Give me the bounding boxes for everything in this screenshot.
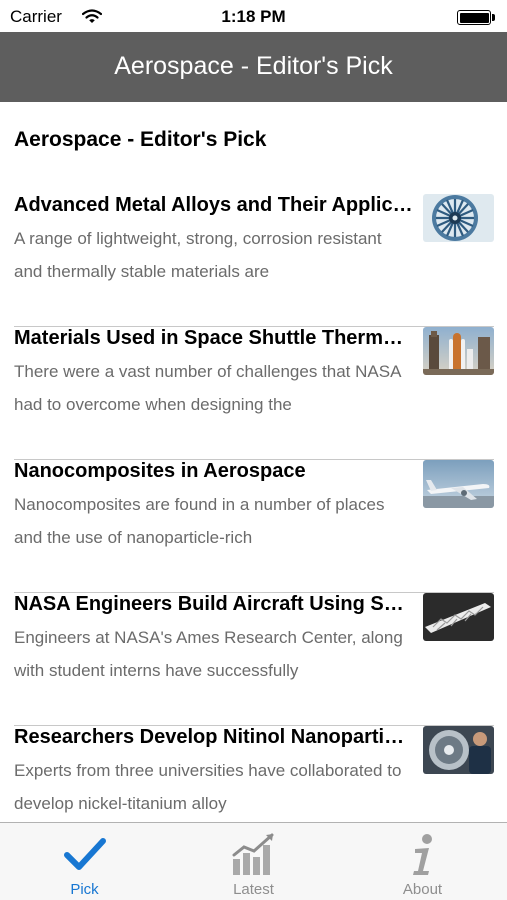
article-row[interactable]: Advanced Metal Alloys and Their Applicat…	[0, 194, 507, 327]
article-snippet: Experts from three universities have col…	[14, 761, 402, 813]
article-snippet: A range of lightweight, strong, corrosio…	[14, 229, 382, 281]
article-title: Nanocomposites in Aerospace	[14, 460, 306, 482]
article-row[interactable]: Materials Used in Space Shuttle Thermal …	[0, 327, 507, 460]
article-snippet: Nanocomposites are found in a number of …	[14, 495, 385, 547]
info-icon	[412, 834, 432, 875]
tab-pick[interactable]: Pick	[0, 823, 169, 900]
article-snippet: There were a vast number of challenges t…	[14, 362, 401, 414]
article-row[interactable]: NASA Engineers Build Aircraft Using Shap…	[0, 593, 507, 726]
tab-label: Pick	[70, 881, 99, 898]
nav-title: Aerospace - Editor's Pick	[114, 52, 393, 80]
status-bar: Carrier 1:18 PM	[0, 0, 507, 32]
article-row[interactable]: Researchers Develop Nitinol Nanoparticle…	[0, 726, 507, 822]
jet-engine-thumbnail	[423, 194, 494, 242]
engine-technician-thumbnail	[423, 726, 494, 774]
article-list[interactable]: Aerospace - Editor's Pick Advanced Metal…	[0, 102, 507, 822]
tab-latest[interactable]: Latest	[169, 823, 338, 900]
bar-chart-icon	[232, 833, 273, 875]
tab-bar: Pick Latest About	[0, 822, 507, 900]
status-time: 1:18 PM	[221, 7, 286, 26]
article-snippet: Engineers at NASA's Ames Research Center…	[14, 628, 403, 680]
checkmark-icon	[63, 838, 106, 870]
battery-icon	[457, 10, 495, 25]
tab-label: Latest	[233, 881, 274, 898]
tab-label: About	[402, 881, 443, 898]
navigation-bar: Aerospace - Editor's Pick	[0, 32, 507, 102]
article-title: Researchers Develop Nitinol Nanoparticle…	[14, 726, 414, 748]
aircraft-part-thumbnail	[423, 593, 494, 641]
section-heading: Aerospace - Editor's Pick	[14, 128, 267, 151]
tab-about[interactable]: About	[338, 823, 507, 900]
article-title: NASA Engineers Build Aircraft Using Shap…	[14, 593, 414, 615]
space-shuttle-thumbnail	[423, 327, 494, 375]
article-row[interactable]: Nanocomposites in Aerospace Nanocomposit…	[0, 460, 507, 593]
article-title: Advanced Metal Alloys and Their Applicat…	[14, 194, 414, 216]
airplane-thumbnail	[423, 460, 494, 508]
article-title: Materials Used in Space Shuttle Thermal …	[14, 327, 414, 349]
